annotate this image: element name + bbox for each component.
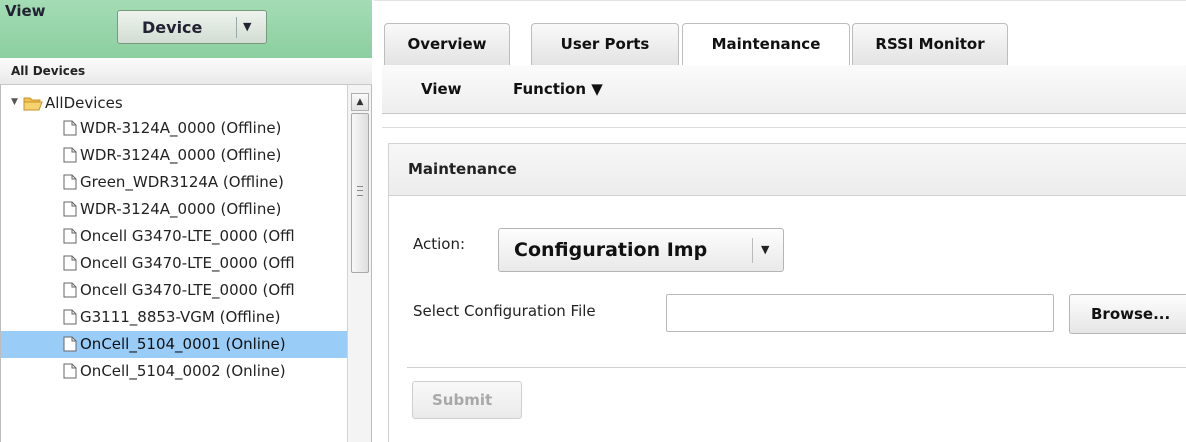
tree-item[interactable]: Oncell G3470-LTE_0000 (Offl — [1, 223, 349, 250]
tree-item[interactable]: Green_WDR3124A (Offline) — [1, 169, 349, 196]
folder-open-icon — [23, 97, 43, 111]
tree-item-label: OnCell_5104_0001 (Online) — [80, 335, 286, 353]
scrollbar-thumb[interactable] — [351, 113, 369, 273]
action-dropdown-value: Configuration Imp — [514, 239, 708, 261]
tree-root-label: AllDevices — [45, 94, 123, 112]
tree-item-label: G3111_8853-VGM (Offline) — [80, 308, 281, 326]
expand-triangle-icon[interactable]: ▼ — [11, 97, 18, 107]
submit-button[interactable]: Submit — [412, 381, 522, 419]
tree-item-label: Oncell G3470-LTE_0000 (Offl — [80, 227, 295, 245]
tree-item[interactable]: Oncell G3470-LTE_0000 (Offl — [1, 250, 349, 277]
view-label: View — [5, 2, 46, 20]
sub-toolbar: View Function ▼ — [382, 65, 1186, 114]
divider — [407, 367, 1186, 368]
config-file-label: Select Configuration File — [413, 302, 596, 320]
action-dropdown[interactable]: Configuration Imp ▼ — [498, 228, 784, 272]
document-icon — [63, 174, 77, 190]
tree-item-label: Oncell G3470-LTE_0000 (Offl — [80, 254, 295, 272]
tree-item-label: Oncell G3470-LTE_0000 (Offl — [80, 281, 295, 299]
tree-item[interactable]: OnCell_5104_0002 (Online) — [1, 358, 349, 385]
tree-item-label: WDR-3124A_0000 (Offline) — [80, 119, 282, 137]
document-icon — [63, 201, 77, 217]
browse-button[interactable]: Browse... — [1069, 294, 1186, 334]
tree-item-label: WDR-3124A_0000 (Offline) — [80, 200, 282, 218]
tree-item-selected[interactable]: OnCell_5104_0001 (Online) — [1, 331, 349, 358]
tab-overview[interactable]: Overview — [384, 23, 510, 65]
tree-item[interactable]: Oncell G3470-LTE_0000 (Offl — [1, 277, 349, 304]
chevron-down-icon[interactable]: ▼ — [243, 20, 251, 33]
dropdown-separator — [752, 238, 753, 263]
section-body: Action: Configuration Imp ▼ Select Confi… — [389, 196, 1186, 442]
all-devices-title: All Devices — [11, 64, 86, 78]
tree-item-label: WDR-3124A_0000 (Offline) — [80, 146, 282, 164]
tab-bar: Overview User Ports Maintenance RSSI Mon… — [374, 0, 1186, 67]
view-menu[interactable]: View — [421, 80, 462, 98]
tab-rssi-monitor[interactable]: RSSI Monitor — [852, 23, 1008, 65]
document-icon — [63, 282, 77, 298]
document-icon — [63, 309, 77, 325]
device-panel: View Device ▼ All Devices ▼ AllDevices W… — [0, 0, 372, 442]
document-icon — [63, 228, 77, 244]
view-bar: View Device ▼ — [0, 0, 372, 58]
divider — [382, 127, 1186, 128]
grip-icon — [357, 186, 363, 196]
all-devices-header: All Devices — [0, 58, 372, 85]
tree-item[interactable]: WDR-3124A_0000 (Offline) — [1, 196, 349, 223]
detail-panel: Overview User Ports Maintenance RSSI Mon… — [374, 0, 1186, 442]
tree-scrollbar[interactable]: ▲ — [347, 85, 371, 442]
tab-user-ports[interactable]: User Ports — [531, 23, 679, 65]
device-view-dropdown[interactable]: Device ▼ — [117, 10, 267, 44]
action-label: Action: — [413, 235, 466, 253]
maintenance-section: Maintenance Action: Configuration Imp ▼ … — [388, 143, 1186, 442]
tree-item[interactable]: WDR-3124A_0000 (Offline) — [1, 142, 349, 169]
tree-item[interactable]: G3111_8853-VGM (Offline) — [1, 304, 349, 331]
tab-maintenance[interactable]: Maintenance — [682, 23, 850, 67]
document-icon — [63, 147, 77, 163]
chevron-down-icon[interactable]: ▼ — [761, 243, 769, 256]
section-header: Maintenance — [389, 144, 1186, 196]
document-icon — [63, 363, 77, 379]
device-dropdown-value: Device — [142, 18, 203, 37]
config-file-input[interactable] — [666, 294, 1054, 332]
scroll-up-icon[interactable]: ▲ — [351, 93, 369, 111]
device-tree: ▼ AllDevices WDR-3124A_0000 (Offline) WD… — [0, 85, 372, 442]
function-menu[interactable]: Function ▼ — [513, 80, 603, 98]
document-icon — [63, 120, 77, 136]
document-icon — [63, 255, 77, 271]
dropdown-separator — [236, 17, 237, 38]
tree-item[interactable]: WDR-3124A_0000 (Offline) — [1, 115, 349, 142]
document-icon — [63, 336, 77, 352]
tree-item-label: Green_WDR3124A (Offline) — [80, 173, 284, 191]
section-title: Maintenance — [408, 160, 517, 178]
tree-item-label: OnCell_5104_0002 (Online) — [80, 362, 286, 380]
